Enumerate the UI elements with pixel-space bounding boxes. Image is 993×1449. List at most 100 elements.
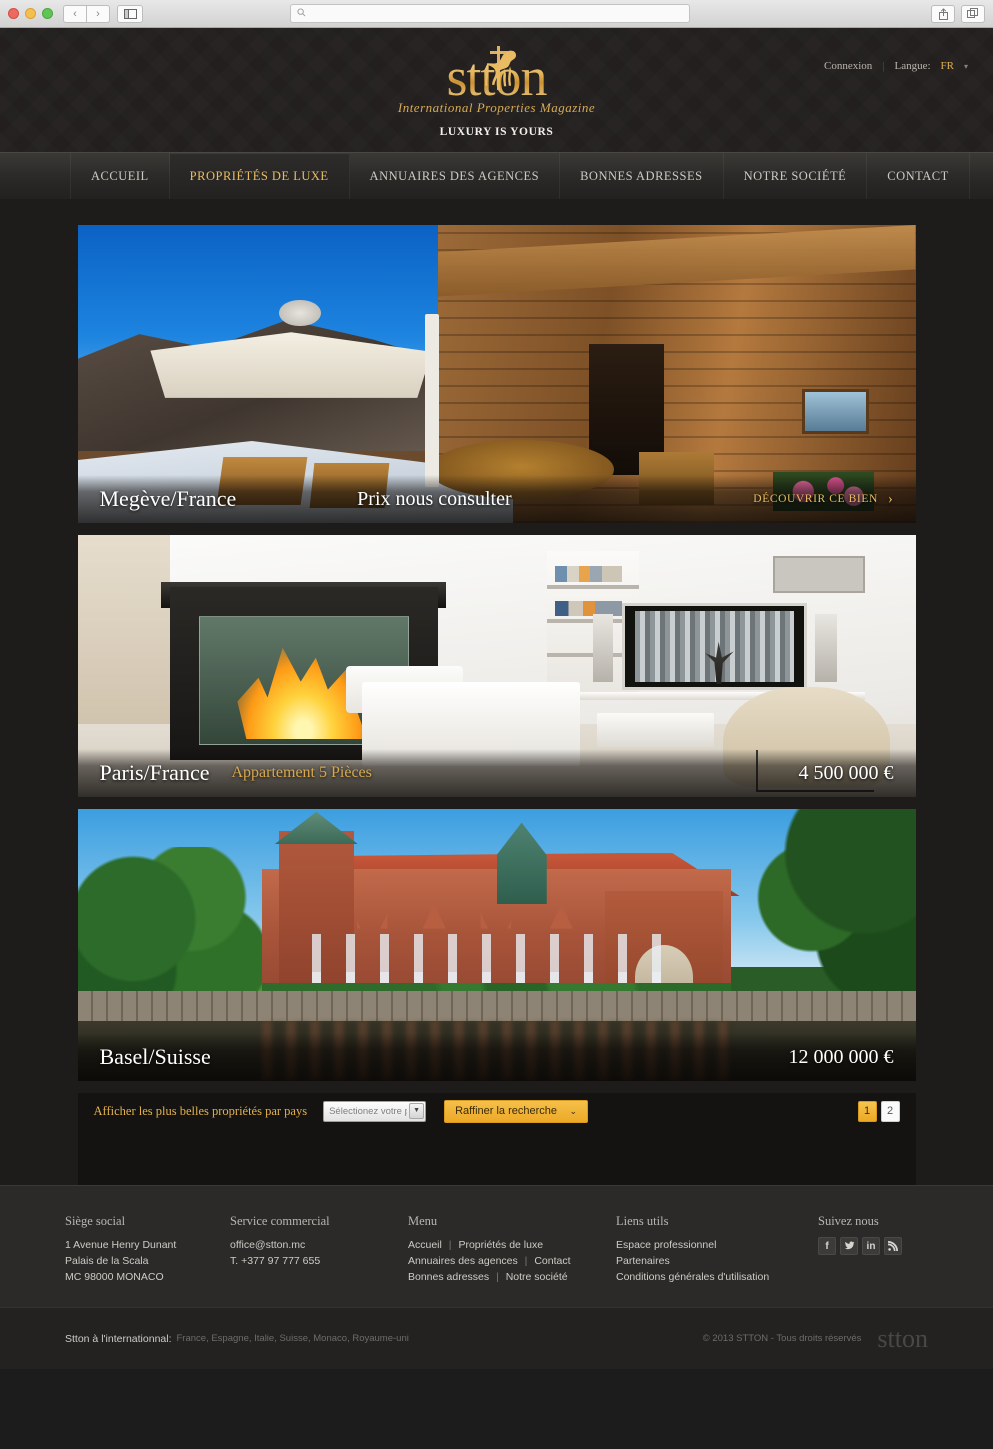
property-caption-bar: Basel/Suisse 12 000 000 € bbox=[77, 1033, 916, 1081]
property-photo-living-room: Paris/France Appartement 5 Pièces 4 500 … bbox=[77, 535, 916, 797]
back-button[interactable]: ‹ bbox=[63, 4, 87, 23]
property-price: 12 000 000 € bbox=[788, 1045, 894, 1068]
footer-link-notre-societe[interactable]: Notre société bbox=[506, 1271, 568, 1283]
pagination: 1 2 bbox=[857, 1100, 900, 1122]
address-line-2: Palais de la Scala bbox=[65, 1255, 149, 1267]
international-label: Stton à l'internationnal: bbox=[65, 1332, 172, 1345]
property-caption-bar: Paris/France Appartement 5 Pièces 4 500 … bbox=[77, 749, 916, 797]
close-window-button[interactable] bbox=[8, 8, 19, 19]
link-divider: | bbox=[496, 1271, 499, 1283]
footer-heading: Menu bbox=[408, 1214, 438, 1228]
property-card-megeve[interactable]: Megève/France Prix nous consulter DÉCOUV… bbox=[77, 225, 916, 523]
toolbar-right-actions bbox=[931, 4, 985, 23]
property-card-basel[interactable]: Basel/Suisse 12 000 000 € bbox=[77, 809, 916, 1081]
pagination-page-2[interactable]: 2 bbox=[880, 1100, 900, 1122]
footer-column-suivez-nous: Suivez nous f in bbox=[818, 1214, 928, 1285]
footer-column-service-commercial: Service commercial office@stton.mc T. +3… bbox=[230, 1214, 408, 1285]
international-countries: France, Espagne, Italie, Suisse, Monaco,… bbox=[176, 1333, 409, 1344]
share-icon bbox=[938, 7, 948, 20]
facebook-icon[interactable]: f bbox=[818, 1237, 836, 1255]
footer-column-siege-social: Siège social 1 Avenue Henry Dunant Palai… bbox=[65, 1214, 230, 1285]
refine-search-label: Raffiner la recherche bbox=[455, 1105, 557, 1117]
discover-property-link[interactable]: DÉCOUVRIR CE BIEN › bbox=[753, 491, 893, 508]
sidebar-icon bbox=[123, 8, 137, 19]
site-bottom-bar: Stton à l'internationnal: France, Espagn… bbox=[0, 1307, 993, 1369]
horse-icon bbox=[484, 46, 516, 90]
footer-link-proprietes-de-luxe[interactable]: Propriétés de luxe bbox=[458, 1239, 543, 1251]
search-icon bbox=[297, 7, 306, 20]
link-divider: | bbox=[448, 1239, 452, 1251]
footer-heading: Siège social bbox=[65, 1214, 126, 1228]
property-location: Paris/France bbox=[99, 760, 210, 785]
address-line-3: MC 98000 MONACO bbox=[65, 1271, 164, 1283]
chevron-right-icon: › bbox=[96, 7, 100, 20]
logo-wordmark: stton bbox=[446, 46, 546, 104]
refine-search-button[interactable]: Raffiner la recherche ⌄ bbox=[444, 1099, 589, 1123]
contact-email[interactable]: office@stton.mc bbox=[230, 1237, 408, 1253]
footer-link-bonnes-adresses[interactable]: Bonnes adresses bbox=[408, 1271, 489, 1283]
footer-link-accueil[interactable]: Accueil bbox=[408, 1239, 442, 1251]
language-value[interactable]: FR bbox=[941, 60, 954, 72]
site-footer: Siège social 1 Avenue Henry Dunant Palai… bbox=[0, 1185, 993, 1307]
header-utility-bar: Connexion | Langue: FR ▾ bbox=[824, 60, 968, 72]
footer-link-partenaires[interactable]: Partenaires bbox=[616, 1253, 818, 1269]
footer-link-annuaires-des-agences[interactable]: Annuaires des agences bbox=[408, 1255, 518, 1267]
pagination-page-1[interactable]: 1 bbox=[857, 1100, 877, 1122]
minimize-window-button[interactable] bbox=[25, 8, 36, 19]
property-location: Megève/France bbox=[99, 486, 237, 511]
chevron-right-icon: › bbox=[887, 490, 894, 507]
address-line-1: 1 Avenue Henry Dunant bbox=[65, 1239, 177, 1251]
property-price: Prix nous consulter bbox=[357, 487, 512, 510]
nav-item-accueil[interactable]: ACCUEIL bbox=[70, 153, 170, 199]
login-link[interactable]: Connexion bbox=[824, 60, 872, 72]
sidebar-toggle-button[interactable] bbox=[117, 4, 143, 23]
tabs-icon bbox=[967, 8, 978, 18]
twitter-icon[interactable] bbox=[840, 1237, 858, 1255]
footer-link-espace-professionnel[interactable]: Espace professionnel bbox=[616, 1237, 818, 1253]
link-divider: | bbox=[524, 1255, 528, 1267]
nav-item-notre-societe[interactable]: NOTRE SOCIÉTÉ bbox=[724, 153, 868, 199]
maximize-window-button[interactable] bbox=[42, 8, 53, 19]
chevron-left-icon: ‹ bbox=[73, 7, 77, 20]
forward-button[interactable]: › bbox=[86, 4, 110, 23]
url-input[interactable] bbox=[310, 8, 683, 19]
filter-label: Afficher les plus belles propriétés par … bbox=[93, 1103, 308, 1118]
show-tabs-button[interactable] bbox=[961, 4, 985, 23]
nav-item-bonnes-adresses[interactable]: BONNES ADRESSES bbox=[560, 153, 724, 199]
property-type: Appartement 5 Pièces bbox=[231, 764, 372, 781]
property-photo-chalet: Megève/France Prix nous consulter DÉCOUV… bbox=[77, 225, 916, 523]
page-body: Megève/France Prix nous consulter DÉCOUV… bbox=[0, 199, 993, 1185]
nav-item-proprietes-de-luxe[interactable]: PROPRIÉTÉS DE LUXE bbox=[169, 153, 350, 199]
property-card-paris[interactable]: Paris/France Appartement 5 Pièces 4 500 … bbox=[77, 535, 916, 797]
footer-column-liens-utils: Liens utils Espace professionnel Partena… bbox=[616, 1214, 818, 1285]
share-button[interactable] bbox=[931, 4, 955, 23]
footer-logo: stton bbox=[877, 1323, 928, 1353]
property-caption-bar: Megève/France Prix nous consulter DÉCOUV… bbox=[77, 475, 916, 523]
main-navigation: ACCUEIL PROPRIÉTÉS DE LUXE ANNUAIRES DES… bbox=[0, 152, 993, 199]
content-bottom-spacer bbox=[77, 1129, 916, 1185]
discover-property-label: DÉCOUVRIR CE BIEN bbox=[753, 493, 878, 505]
language-label: Langue: bbox=[894, 60, 931, 72]
logo-tagline: LUXURY IS YOURS bbox=[439, 126, 554, 138]
footer-heading: Suivez nous bbox=[818, 1214, 879, 1228]
contact-phone: T. +377 97 777 655 bbox=[230, 1255, 321, 1267]
address-bar[interactable] bbox=[290, 4, 690, 23]
social-links: f in bbox=[818, 1237, 928, 1255]
footer-column-menu: Menu Accueil | Propriétés de luxe Annuai… bbox=[408, 1214, 616, 1285]
chevron-down-icon[interactable]: ▾ bbox=[964, 62, 968, 71]
chevron-down-icon: ⌄ bbox=[569, 1105, 578, 1116]
linkedin-icon[interactable]: in bbox=[862, 1237, 880, 1255]
nav-item-annuaires-des-agences[interactable]: ANNUAIRES DES AGENCES bbox=[350, 153, 561, 199]
property-price: 4 500 000 € bbox=[798, 761, 894, 784]
footer-link-contact[interactable]: Contact bbox=[534, 1255, 570, 1267]
site-header: Connexion | Langue: FR ▾ stton Internati… bbox=[0, 28, 993, 152]
copyright-text: © 2013 STTON - Tous droits réservés bbox=[702, 1333, 862, 1344]
rss-icon[interactable] bbox=[884, 1237, 902, 1255]
footer-heading: Liens utils bbox=[616, 1214, 669, 1228]
footer-link-conditions-generales[interactable]: Conditions générales d'utilisation bbox=[616, 1269, 818, 1285]
nav-item-contact[interactable]: CONTACT bbox=[867, 153, 970, 199]
country-select[interactable]: Sélectionez votre pays bbox=[323, 1100, 427, 1122]
property-location: Basel/Suisse bbox=[99, 1044, 211, 1069]
window-controls[interactable] bbox=[8, 8, 53, 19]
country-select-wrapper[interactable]: Sélectionez votre pays ▼ bbox=[323, 1100, 427, 1122]
